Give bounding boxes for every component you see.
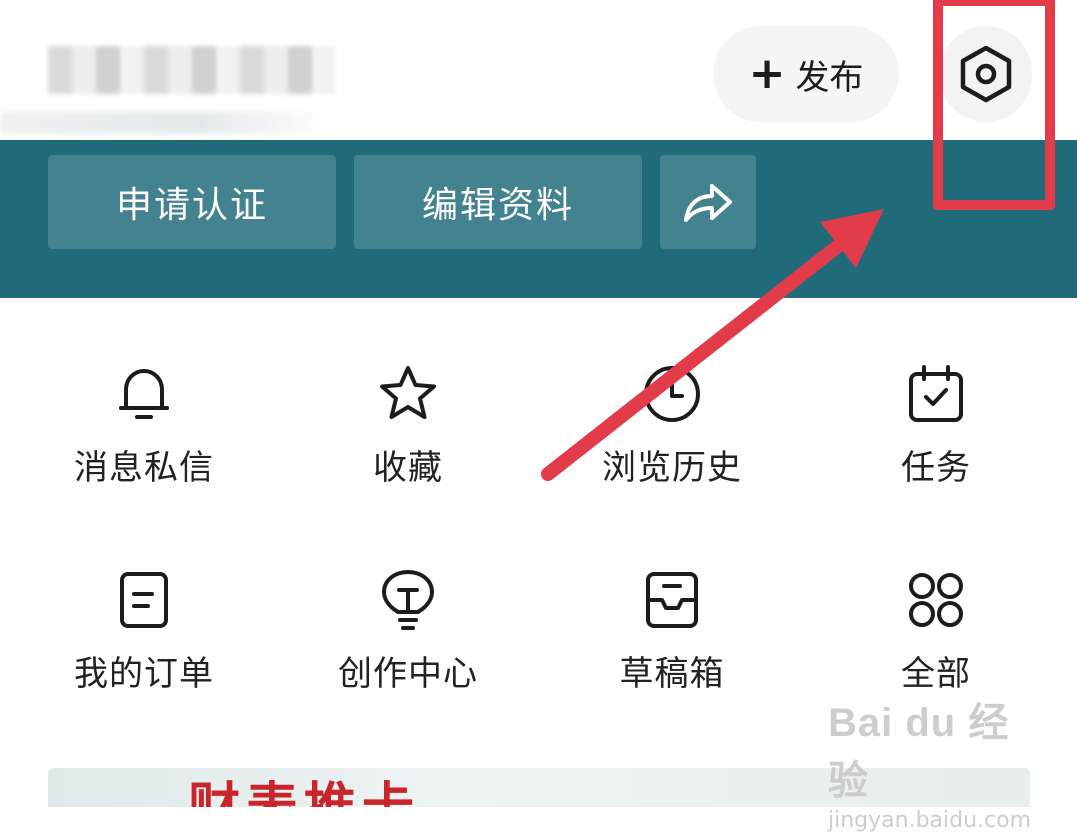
grid-item-all[interactable]: 全部	[806, 504, 1066, 704]
grid-item-favorites[interactable]: 收藏	[278, 298, 538, 498]
grid-item-orders[interactable]: 我的订单	[14, 504, 274, 704]
grid-item-messages[interactable]: 消息私信	[14, 298, 274, 498]
grid-item-label: 消息私信	[74, 448, 214, 488]
clock-icon	[644, 366, 700, 422]
promo-banner-card[interactable]: 财表推卡	[48, 768, 1030, 807]
share-arrow-icon	[684, 184, 732, 222]
grid-item-label: 浏览历史	[602, 448, 742, 488]
edit-profile-button[interactable]: 编辑资料	[354, 155, 642, 249]
function-grid: 消息私信 收藏 浏览历史 任务 我的订单 创作中心 草稿箱 全部	[0, 298, 1077, 758]
grid-item-label: 草稿箱	[619, 654, 725, 694]
publish-label: 发布	[795, 57, 864, 98]
bell-icon	[119, 369, 169, 419]
settings-hexagon-icon	[960, 45, 1012, 103]
profile-banner: 申请认证 编辑资料	[0, 140, 1077, 298]
publish-button[interactable]: + 发布	[713, 26, 899, 122]
grid-item-label: 我的订单	[74, 654, 214, 694]
grid-item-label: 全部	[901, 654, 971, 694]
settings-button[interactable]	[940, 26, 1032, 122]
grid-item-label: 收藏	[373, 448, 443, 488]
star-icon	[380, 366, 436, 419]
grid-item-label: 创作中心	[338, 654, 478, 694]
lightbulb-icon	[382, 570, 434, 630]
apply-verification-button[interactable]: 申请认证	[48, 155, 336, 249]
grid-item-history[interactable]: 浏览历史	[542, 298, 802, 498]
watermark-sub-text: jingyan.baidu.com	[828, 808, 1032, 833]
promo-banner-text: 财表推卡	[188, 782, 420, 807]
grid-circles-icon	[909, 573, 963, 627]
inbox-icon	[646, 572, 698, 628]
grid-item-tasks[interactable]: 任务	[806, 298, 1066, 498]
plus-icon: +	[748, 48, 786, 99]
calendar-check-icon	[909, 365, 963, 422]
blurred-username-shadow	[0, 112, 330, 134]
grid-item-creator-center[interactable]: 创作中心	[278, 504, 538, 704]
order-doc-icon	[120, 572, 168, 628]
share-button[interactable]	[660, 155, 756, 249]
profile-header: + 发布	[0, 0, 1077, 140]
grid-item-drafts[interactable]: 草稿箱	[542, 504, 802, 704]
grid-item-label: 任务	[901, 448, 971, 488]
blurred-username	[48, 46, 336, 94]
